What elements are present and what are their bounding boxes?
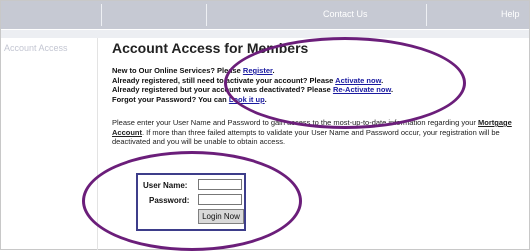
- forgot-password-text: Forgot your Password? You can: [112, 94, 227, 104]
- nav-separator: [426, 4, 427, 26]
- sidebar-item-account-access[interactable]: Account Access: [4, 43, 68, 53]
- highlight-ellipse-links: [224, 37, 466, 129]
- nav-contact-us-link[interactable]: Contact Us: [323, 9, 368, 19]
- nav-separator: [101, 4, 102, 26]
- top-navigation-bar: Contact Us Help: [1, 1, 529, 29]
- instructions-after: . If more than three failed attempts to …: [112, 127, 500, 147]
- highlight-ellipse-login: [82, 151, 302, 251]
- nav-help-link[interactable]: Help: [501, 9, 520, 19]
- sub-header-bar: [1, 30, 529, 38]
- register-text: New to Our Online Services? Please: [112, 66, 241, 75]
- nav-separator: [206, 4, 207, 26]
